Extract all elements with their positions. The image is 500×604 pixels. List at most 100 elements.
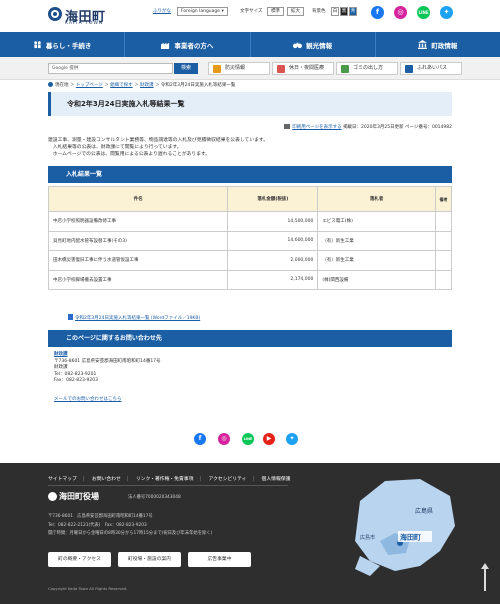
contact-postal: 〒736-8601 広島県安芸郡海田町南昭和町14番17号 (54, 358, 161, 364)
cell-amount: 14,500,000 (227, 211, 319, 232)
logo-subtitle: KAITA TOWN (65, 21, 104, 26)
table-row: 中店小学校照明器設備改修工事 14,500,000 エビス電工(株) (47, 211, 452, 232)
town-emblem-icon (48, 7, 62, 21)
nav-government[interactable]: 町政情報 (376, 32, 500, 57)
hiroshima-map-icon: 広島県 広島市 海田町 (355, 479, 455, 576)
cell-note (435, 230, 452, 251)
footer-address: 〒736-8601 広島県安芸郡海田町南昭和町14番17号 Tel：082-82… (48, 513, 212, 539)
cell-amount: 14,600,000 (227, 230, 319, 251)
factory-icon (161, 42, 170, 49)
quick-medical[interactable]: 休日・夜間医療 (272, 62, 334, 75)
footer-corp-no: 法人番号7000020343048 (128, 495, 181, 500)
cell-amount: 2,174,000 (227, 269, 319, 290)
mail-inquiry-link[interactable]: メールでのお問い合わせはこちら (54, 397, 122, 402)
search-button[interactable]: 検索 (174, 63, 198, 74)
contact-mail: メールでのお問い合わせはこちら (54, 396, 122, 402)
breadcrumb-org[interactable]: 組織で探す (110, 83, 133, 88)
nav-living[interactable]: 暮らし・手続き (0, 32, 126, 57)
cell-name: 貝見町地内配水管布設替工事(その3) (47, 230, 229, 251)
font-large-button[interactable]: 拡大 (287, 7, 304, 16)
page-title-box: 令和2年3月24日実施入札等結果一覧 (48, 92, 452, 116)
quick-medical-label: 休日・夜間医療 (289, 65, 325, 71)
footer-link-sitemap[interactable]: サイトマップ (48, 477, 77, 482)
cell-winner: （有）新生工業 (317, 230, 437, 251)
page-title: 令和2年3月24日実施入札等結果一覧 (67, 100, 185, 108)
quick-disaster-label: 防災情報 (225, 65, 246, 71)
color-black-button[interactable]: 黒 (340, 7, 348, 16)
footer-btn-overview[interactable]: 町の概要・アクセス (48, 552, 111, 567)
col-amount: 落札金額(税抜) (227, 186, 319, 212)
print-icon (284, 124, 291, 129)
site-logo[interactable]: 海田町 KAITA TOWN (48, 6, 118, 28)
document-link[interactable]: 令和2年3月24日実施入札等結果一覧 (Wordファイル／19KB) (75, 316, 200, 321)
quick-garbage[interactable]: ゴミの出し方 (336, 62, 398, 75)
footer-address-line: 〒736-8601 広島県安芸郡海田町南昭和町14番17号 (48, 514, 153, 519)
breadcrumb-finance[interactable]: 財政課 (140, 83, 154, 88)
footer-links: サイトマップ | お問い合わせ | リンク・著作権・免責事項 | アクセシビリティ | … (48, 477, 291, 482)
contact-info: 財政課 〒736-8601 広島県安芸郡海田町南昭和町14番17号 財政課 Te… (54, 352, 161, 385)
table-header-row: 件名 落札金額(税抜) 落札者 備考 (47, 186, 452, 212)
nav-business[interactable]: 事業者の方へ (125, 32, 251, 57)
twitter-icon[interactable]: ✦ (286, 433, 298, 445)
copyright: Copyright Kaita Town All Rights Reserved… (48, 586, 128, 591)
color-white-button[interactable]: 白 (331, 7, 339, 16)
nav-government-label: 町政情報 (431, 41, 458, 50)
font-size-label: 文字サイズ (240, 9, 263, 14)
location-icon (48, 82, 53, 87)
twitter-icon[interactable]: ✦ (440, 6, 453, 19)
page-id: ページ番号：0014982 (405, 125, 452, 130)
footer-link-contact[interactable]: お問い合わせ (92, 477, 121, 482)
col-winner: 落札者 (317, 186, 437, 212)
furigana-link[interactable]: ふりがな (153, 7, 171, 16)
cell-note (435, 211, 452, 232)
cell-name: 中店小学校照明器設備改修工事 (47, 211, 229, 232)
page-top-icon[interactable] (480, 563, 490, 591)
cell-name: 田木橋災害復旧工事に伴う水道管仮設工事 (47, 250, 229, 271)
breadcrumb-current: 令和2年3月24日実施入札等結果一覧 (160, 83, 236, 88)
quick-bus[interactable]: ふれあいパス (400, 62, 462, 75)
search-bar: Google 提供 検索 防災情報 休日・夜間医療 ゴミの出し方 ふれあいパス (0, 57, 500, 80)
search-input[interactable]: Google 提供 (48, 63, 173, 74)
nav-tourism[interactable]: 観光情報 (251, 32, 376, 57)
print-link[interactable]: 印刷用ページを表示する (292, 125, 341, 130)
family-icon (34, 41, 41, 49)
intro-text: 建設工事、測量・建設コンサルタント業務等、物品調達等の入札及び見積徴収結果を公表… (48, 137, 452, 158)
cell-amount: 2,000,000 (227, 250, 319, 271)
footer-btn-facilities[interactable]: 町役場・施設の案内 (118, 552, 181, 567)
facebook-icon[interactable]: f (371, 6, 384, 19)
footer-link-copyright[interactable]: リンク・著作権・免責事項 (136, 477, 193, 482)
line-icon[interactable]: LINE (417, 6, 430, 19)
global-nav: 暮らし・手続き 事業者の方へ 観光情報 町政情報 (0, 32, 500, 57)
cell-winner: （有）新生工業 (317, 250, 437, 271)
nav-business-label: 事業者の方へ (174, 41, 214, 50)
footer-link-accessibility[interactable]: アクセシビリティ (209, 477, 247, 482)
line-icon[interactable]: LINE (242, 433, 254, 445)
youtube-icon[interactable]: ▶ (263, 433, 275, 445)
quick-disaster[interactable]: 防災情報 (208, 62, 270, 75)
nav-tourism-label: 観光情報 (306, 41, 333, 50)
footer-btn-ads[interactable]: 広告事業中 (188, 552, 251, 567)
contact-dept-link[interactable]: 財政課 (54, 352, 68, 357)
hospital-icon (277, 65, 285, 73)
font-standard-button[interactable]: 標準 (267, 7, 284, 16)
warning-icon (213, 65, 221, 73)
color-blue-button[interactable]: 青 (349, 7, 357, 16)
table-row: 貝見町地内配水管布設替工事(その3) 14,600,000 （有）新生工業 (47, 230, 452, 251)
cell-winner: エビス電工(株) (317, 211, 437, 232)
footer-link-privacy[interactable]: 個人情報保護 (262, 477, 291, 482)
trash-icon (341, 65, 349, 73)
table-row: 田木橋災害復旧工事に伴う水道管仮設工事 2,000,000 （有）新生工業 (47, 250, 452, 271)
quick-garbage-label: ゴミの出し方 (353, 65, 384, 71)
breadcrumb-top[interactable]: トップページ (76, 83, 103, 88)
instagram-icon[interactable]: ◎ (218, 433, 230, 445)
language-select[interactable]: Foreign language ▾ (177, 7, 228, 16)
cell-winner: (株)関西設備 (317, 269, 437, 290)
color-label: 背景色 (312, 9, 326, 14)
footer-phone: Tel：082-822-2121(代表) Fax：082-823-9203 (48, 522, 147, 528)
header: 海田町 KAITA TOWN ふりがな Foreign language ▾ 文… (0, 0, 500, 32)
footer-hours: 開庁時間：月曜日から金曜日の8時30分から17時15分まで(祝日及び年末年始を除… (48, 531, 213, 536)
facebook-icon[interactable]: f (194, 433, 206, 445)
intro-line: 建設工事、測量・建設コンサルタント業務等、物品調達等の入札及び見積徴収結果を公表… (48, 138, 269, 143)
breadcrumb: 現在地 ＞ トップページ ＞ 組織で探す ＞ 財政課 ＞ 令和2年3月24日実施… (48, 82, 235, 88)
instagram-icon[interactable]: ◎ (394, 6, 407, 19)
